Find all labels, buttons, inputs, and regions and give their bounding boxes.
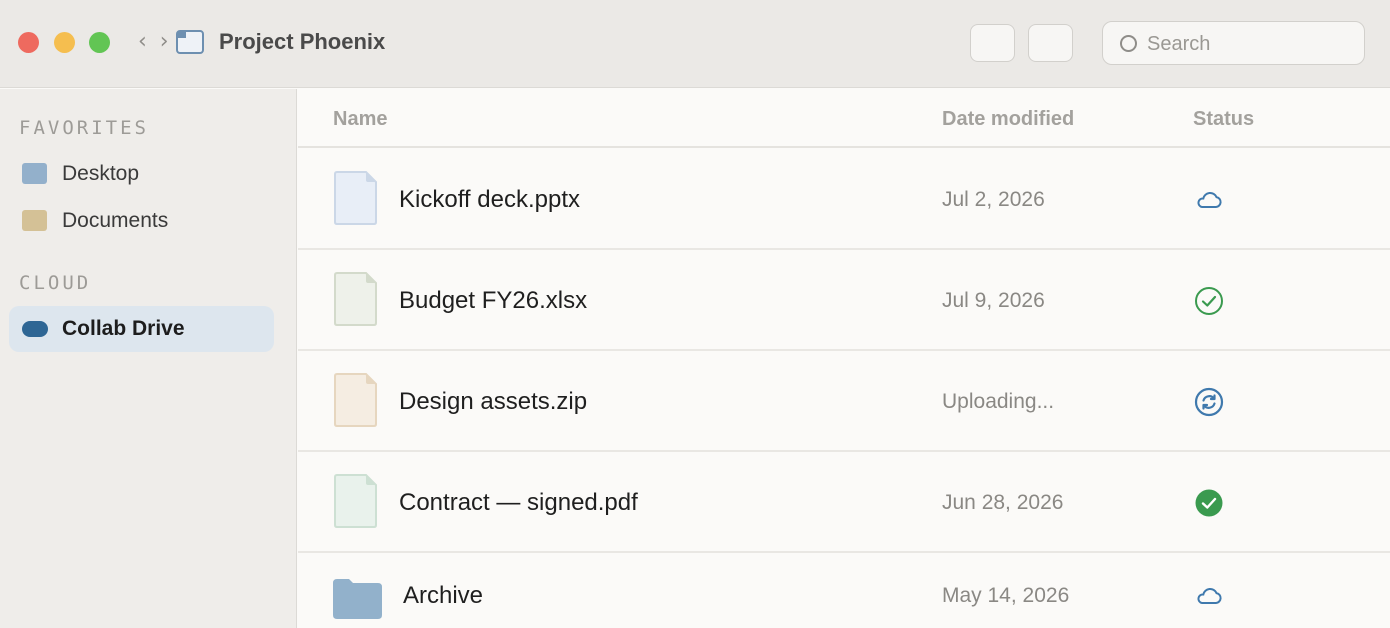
back-forward-arrows[interactable]: ‹ ›	[138, 30, 172, 54]
cloud-icon	[1197, 192, 1222, 208]
file-name: Contract — signed.pdf	[399, 489, 638, 516]
file-date: Jun 28, 2026	[942, 491, 1064, 514]
file-date: May 14, 2026	[942, 584, 1070, 607]
presentation-file-icon	[334, 171, 377, 225]
check-circle-outline-icon	[1195, 287, 1223, 315]
window-title: Project Phoenix	[219, 29, 386, 54]
sidebar-item-label: Documents	[62, 209, 169, 232]
cloud-drive-icon	[22, 321, 48, 337]
minimize-window-button[interactable]	[54, 32, 75, 53]
file-list: Name Date modified Status Kickoff deck.p…	[298, 89, 1390, 628]
sidebar-item-desktop[interactable]: Desktop	[9, 151, 274, 197]
column-header-name[interactable]: Name	[333, 108, 387, 130]
toolbar-button-1[interactable]	[970, 24, 1015, 62]
file-date: Jul 9, 2026	[942, 289, 1045, 312]
folder-icon	[333, 579, 382, 619]
archive-file-icon	[334, 373, 377, 427]
window-icon	[176, 30, 204, 54]
file-date: Jul 2, 2026	[942, 188, 1045, 211]
column-header-status[interactable]: Status	[1193, 108, 1254, 130]
table-row[interactable]: Budget FY26.xlsx Jul 9, 2026	[298, 250, 1390, 351]
column-header-row: Name Date modified Status	[298, 89, 1390, 148]
file-name: Kickoff deck.pptx	[399, 186, 580, 213]
file-name: Budget FY26.xlsx	[399, 287, 588, 314]
search-input[interactable]	[1147, 31, 1347, 57]
column-header-date-modified[interactable]: Date modified	[942, 108, 1074, 130]
check-circle-filled-icon	[1195, 489, 1223, 517]
desktop-folder-icon	[22, 163, 47, 184]
sidebar-item-label: Desktop	[62, 162, 140, 185]
table-row[interactable]: Archive May 14, 2026	[298, 553, 1390, 628]
table-row[interactable]: Design assets.zip Uploading...	[298, 351, 1390, 452]
sidebar-section-cloud: CLOUD	[19, 272, 92, 294]
spreadsheet-file-icon	[334, 272, 377, 326]
title-bar: ‹ › Project Phoenix	[0, 0, 1390, 88]
sync-icon	[1194, 387, 1224, 417]
close-window-button[interactable]	[18, 32, 39, 53]
sidebar-item-collab-drive[interactable]: Collab Drive	[9, 306, 274, 352]
file-date: Uploading...	[942, 390, 1055, 413]
sidebar-section-favorites: FAVORITES	[19, 117, 149, 139]
file-name: Design assets.zip	[399, 388, 588, 415]
sidebar: FAVORITES Desktop Documents CLOUD Collab…	[0, 89, 297, 628]
sidebar-item-label: Collab Drive	[62, 317, 185, 340]
sidebar-item-documents[interactable]: Documents	[9, 198, 274, 244]
toolbar-button-2[interactable]	[1028, 24, 1073, 62]
file-name: Archive	[403, 582, 484, 609]
pdf-file-icon	[334, 474, 377, 528]
table-row[interactable]: Kickoff deck.pptx Jul 2, 2026	[298, 149, 1390, 250]
search-icon	[1120, 35, 1137, 52]
search-box[interactable]	[1102, 21, 1365, 65]
zoom-window-button[interactable]	[89, 32, 110, 53]
cloud-icon	[1197, 588, 1222, 604]
table-row[interactable]: Contract — signed.pdf Jun 28, 2026	[298, 452, 1390, 553]
documents-folder-icon	[22, 210, 47, 231]
